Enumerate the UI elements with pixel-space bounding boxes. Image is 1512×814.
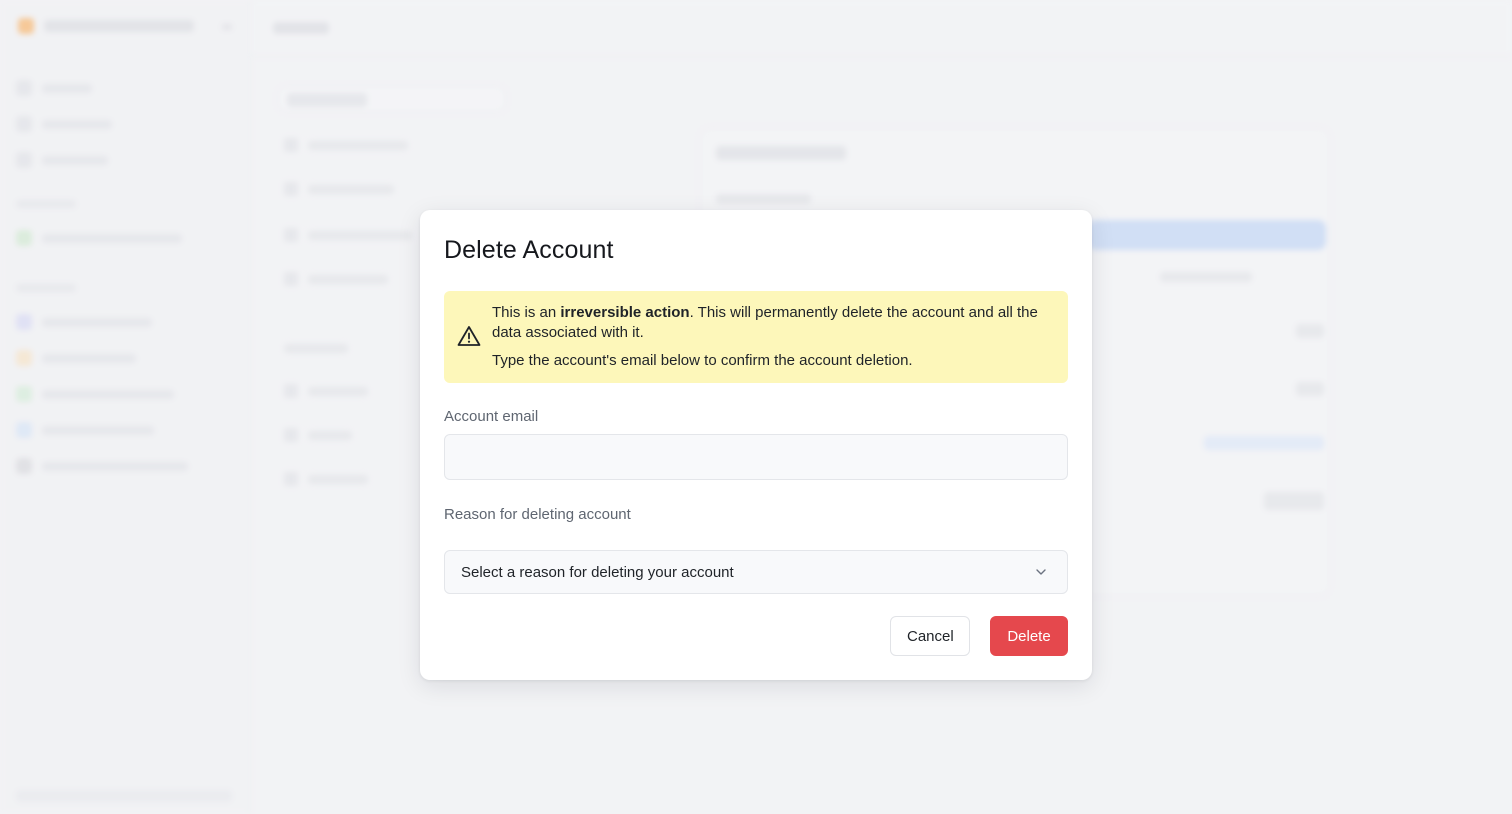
reason-select-value: Select a reason for deleting your accoun…	[461, 563, 734, 581]
reason-select[interactable]: Select a reason for deleting your accoun…	[444, 550, 1068, 594]
chevron-down-icon	[1036, 569, 1046, 575]
delete-account-dialog: Delete Account This is an irreversible a…	[420, 210, 1092, 680]
warning-emphasis: irreversible action	[560, 304, 690, 321]
warning-callout: This is an irreversible action. This wil…	[444, 291, 1068, 383]
delete-button[interactable]: Delete	[990, 616, 1068, 656]
warning-text-primary: This is an irreversible action. This wil…	[492, 303, 1048, 343]
dialog-actions: Cancel Delete	[890, 616, 1068, 656]
warning-triangle-icon	[457, 326, 481, 346]
warning-text-instruction: Type the account's email below to confir…	[492, 352, 913, 369]
account-email-input[interactable]	[444, 434, 1068, 480]
account-email-label: Account email	[444, 408, 539, 425]
dialog-title: Delete Account	[444, 236, 614, 264]
cancel-button[interactable]: Cancel	[890, 616, 970, 656]
reason-label: Reason for deleting account	[444, 506, 631, 523]
warning-prefix: This is an	[492, 304, 561, 321]
